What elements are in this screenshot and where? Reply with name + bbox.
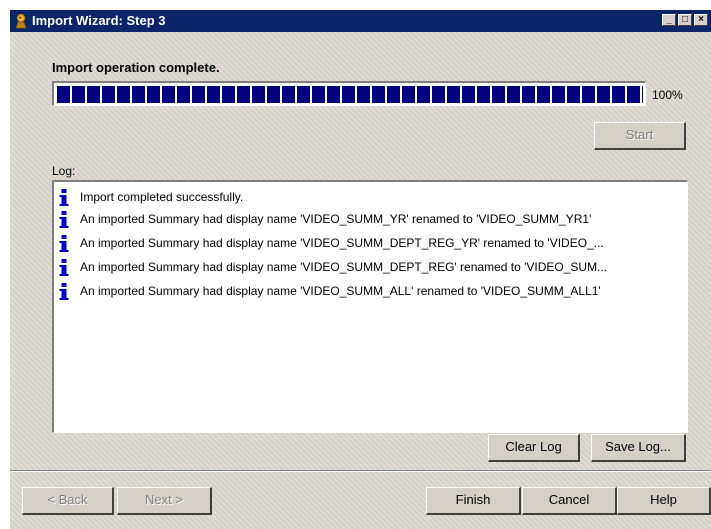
log-list[interactable]: Import completed successfully. An import… bbox=[52, 180, 688, 433]
info-icon bbox=[59, 283, 69, 300]
log-entry[interactable]: An imported Summary had display name 'VI… bbox=[58, 280, 686, 302]
close-button[interactable]: × bbox=[694, 14, 708, 26]
import-wizard-window: Import Wizard: Step 3 _ □ × Import opera… bbox=[10, 10, 711, 529]
progress-percent: 100% bbox=[652, 88, 683, 102]
log-entry[interactable]: An imported Summary had display name 'VI… bbox=[58, 232, 686, 254]
log-entry[interactable]: Import completed successfully. bbox=[58, 186, 686, 208]
info-icon bbox=[59, 259, 69, 276]
minimize-button[interactable]: _ bbox=[662, 14, 676, 26]
help-button[interactable]: Help bbox=[617, 487, 711, 515]
status-message: Import operation complete. bbox=[52, 60, 220, 75]
clear-log-button[interactable]: Clear Log bbox=[488, 434, 580, 462]
log-entry-text: Import completed successfully. bbox=[80, 190, 244, 204]
info-icon bbox=[59, 211, 69, 228]
back-button[interactable]: < Back bbox=[22, 487, 114, 515]
finish-button[interactable]: Finish bbox=[426, 487, 521, 515]
log-entry[interactable]: An imported Summary had display name 'VI… bbox=[58, 256, 686, 278]
progress-bar bbox=[52, 81, 646, 106]
log-entry-text: An imported Summary had display name 'VI… bbox=[80, 260, 608, 274]
window-title: Import Wizard: Step 3 bbox=[32, 13, 166, 28]
save-log-button[interactable]: Save Log... bbox=[591, 434, 686, 462]
cancel-button[interactable]: Cancel bbox=[522, 487, 617, 515]
log-entry[interactable]: An imported Summary had display name 'VI… bbox=[58, 208, 686, 230]
next-button[interactable]: Next > bbox=[117, 487, 212, 515]
wizard-icon bbox=[15, 13, 27, 29]
log-entry-text: An imported Summary had display name 'VI… bbox=[80, 212, 592, 226]
start-button[interactable]: Start bbox=[594, 122, 686, 150]
log-label: Log: bbox=[52, 164, 76, 178]
info-icon bbox=[59, 189, 69, 206]
log-entry-text: An imported Summary had display name 'VI… bbox=[80, 236, 604, 250]
maximize-button[interactable]: □ bbox=[678, 14, 692, 26]
title-bar[interactable]: Import Wizard: Step 3 _ □ × bbox=[10, 10, 711, 32]
info-icon bbox=[59, 235, 69, 252]
footer-divider-highlight bbox=[10, 471, 711, 472]
progress-fill bbox=[57, 86, 643, 103]
log-entry-text: An imported Summary had display name 'VI… bbox=[80, 284, 601, 298]
